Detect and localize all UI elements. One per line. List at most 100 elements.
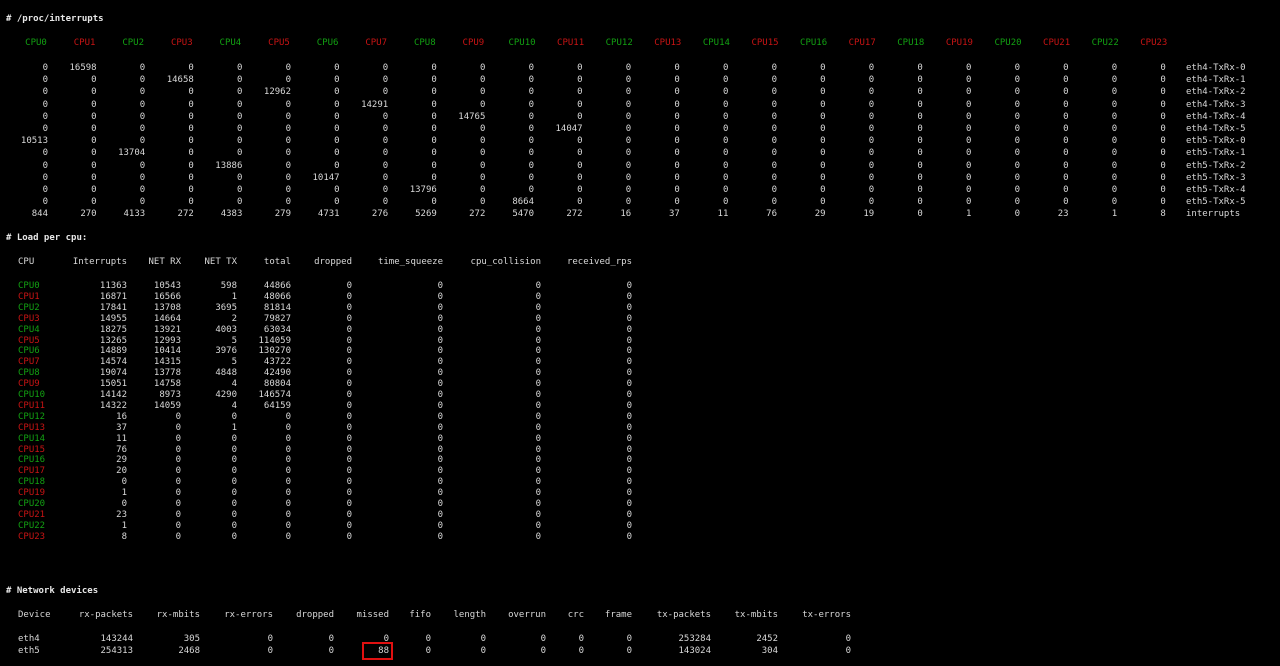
interrupt-count: 272	[566, 209, 583, 220]
cpu-column-label: CPU11	[557, 38, 585, 48]
interrupt-count: 19	[863, 209, 875, 220]
interrupt-count: 0	[868, 63, 875, 73]
interrupt-count: 0	[1063, 87, 1069, 98]
interrupt-count: 0	[382, 136, 389, 147]
interrupt-count: 0	[1160, 136, 1166, 147]
interrupt-count: 23	[1057, 209, 1069, 220]
interrupt-count: 0	[674, 136, 680, 147]
interrupt-count: 0	[722, 99, 729, 110]
interrupt-count: 0	[382, 111, 389, 122]
interrupt-count: 0	[431, 75, 437, 86]
interrupt-count: 14765	[458, 111, 486, 122]
interrupt-count: 0	[625, 197, 632, 208]
missed-highlight-box	[362, 642, 393, 660]
interrupt-count: 8	[1160, 209, 1166, 220]
interrupt-count: 0	[431, 136, 437, 147]
cpu-column-label: CPU17	[848, 38, 876, 48]
interrupt-count: 0	[577, 63, 583, 73]
network-value: 0	[845, 634, 851, 644]
interrupt-count: 0	[1111, 148, 1118, 159]
network-column-label: tx-errors	[802, 610, 851, 620]
interrupt-count: 0	[139, 87, 146, 98]
interrupt-count: 0	[528, 87, 534, 98]
interrupt-count: 0	[479, 197, 486, 208]
interrupt-count: 0	[625, 124, 632, 134]
interrupt-count: 0	[868, 172, 875, 183]
interrupt-count: 0	[917, 185, 923, 195]
interrupt-count: 0	[771, 136, 777, 147]
interrupt-count: 0	[625, 63, 632, 73]
interrupt-count: 0	[431, 124, 437, 134]
interrupt-count: 0	[917, 148, 923, 159]
interrupt-count: 14658	[166, 75, 194, 86]
interrupt-count: 0	[236, 172, 243, 183]
interrupt-count: 0	[91, 99, 97, 110]
interrupt-count: 0	[1111, 160, 1118, 171]
cpu-column-label: CPU3	[170, 38, 193, 48]
interrupt-count: 0	[285, 75, 291, 86]
interrupt-count: 0	[771, 111, 777, 122]
interrupt-count: 0	[674, 111, 680, 122]
interrupt-count: 0	[1014, 136, 1020, 147]
cpu-column-label: CPU7	[365, 38, 388, 48]
interrupt-count: 5269	[415, 209, 437, 220]
interrupt-count: 0	[1111, 124, 1118, 134]
interrupt-count: 0	[868, 148, 875, 159]
network-value: 0	[626, 634, 632, 644]
interrupt-count: 0	[528, 185, 534, 195]
interrupt-count: 0	[431, 197, 437, 208]
interrupt-count: 0	[1063, 148, 1069, 159]
interrupt-count: 0	[139, 197, 146, 208]
interrupt-count: 0	[139, 75, 146, 86]
interrupt-count: 0	[1063, 136, 1069, 147]
interrupt-count: 0	[674, 124, 680, 134]
interrupt-count: 0	[625, 160, 632, 171]
interrupt-count: 0	[479, 75, 486, 86]
interrupt-count: 0	[139, 111, 146, 122]
load-column-label: cpu_collision	[470, 257, 541, 267]
interrupt-count: 0	[334, 111, 340, 122]
interrupt-count: 0	[674, 63, 680, 73]
interrupt-count: 0	[965, 197, 972, 208]
interrupt-count: 0	[91, 136, 97, 147]
cpu-column-label: CPU18	[897, 38, 925, 48]
interrupt-count: 0	[479, 63, 486, 73]
interrupt-source-name: eth4-TxRx-5	[1186, 124, 1246, 134]
interrupt-count: 0	[188, 172, 194, 183]
interrupt-count: 0	[139, 185, 146, 195]
interrupt-count: 0	[42, 87, 48, 98]
interrupt-count: 0	[577, 111, 583, 122]
interrupt-count: 0	[868, 87, 875, 98]
interrupt-count: 0	[917, 160, 923, 171]
interrupt-count: 0	[722, 160, 729, 171]
interrupt-count: 0	[577, 172, 583, 183]
interrupt-count: 0	[91, 172, 97, 183]
interrupt-count: 0	[188, 111, 194, 122]
cpu-column-label: CPU2	[122, 38, 145, 48]
network-device-row: eth5 254313 2468 0 0 88 0 0 0 0 0 143024 304 0	[0, 645, 900, 657]
cpu-column-label: CPU13	[654, 38, 682, 48]
interrupt-count: 0	[771, 160, 777, 171]
interrupt-count: 0	[42, 111, 48, 122]
interrupt-count: 5470	[512, 209, 534, 220]
interrupt-count: 0	[577, 87, 583, 98]
interrupt-count: 0	[334, 75, 340, 86]
interrupt-count: 0	[1160, 87, 1166, 98]
interrupt-count: 0	[1014, 172, 1020, 183]
interrupt-count: 0	[528, 111, 534, 122]
interrupt-count: 0	[528, 148, 534, 159]
interrupt-count: 0	[917, 124, 923, 134]
load-cpu-label: CPU23	[18, 531, 46, 542]
interrupt-count: 0	[1111, 172, 1118, 183]
interrupt-count: 0	[722, 87, 729, 98]
interrupt-count: 0	[479, 148, 486, 159]
network-column-label: frame	[604, 610, 632, 620]
interrupt-count: 0	[91, 185, 97, 195]
interrupt-count: 0	[625, 172, 632, 183]
interrupt-count: 0	[382, 124, 389, 134]
interrupt-count: 279	[274, 209, 291, 220]
interrupt-count: 0	[917, 99, 923, 110]
interrupt-source-name: eth4-TxRx-3	[1186, 99, 1246, 110]
interrupt-count: 13796	[409, 185, 437, 195]
interrupt-count: 0	[528, 124, 534, 134]
